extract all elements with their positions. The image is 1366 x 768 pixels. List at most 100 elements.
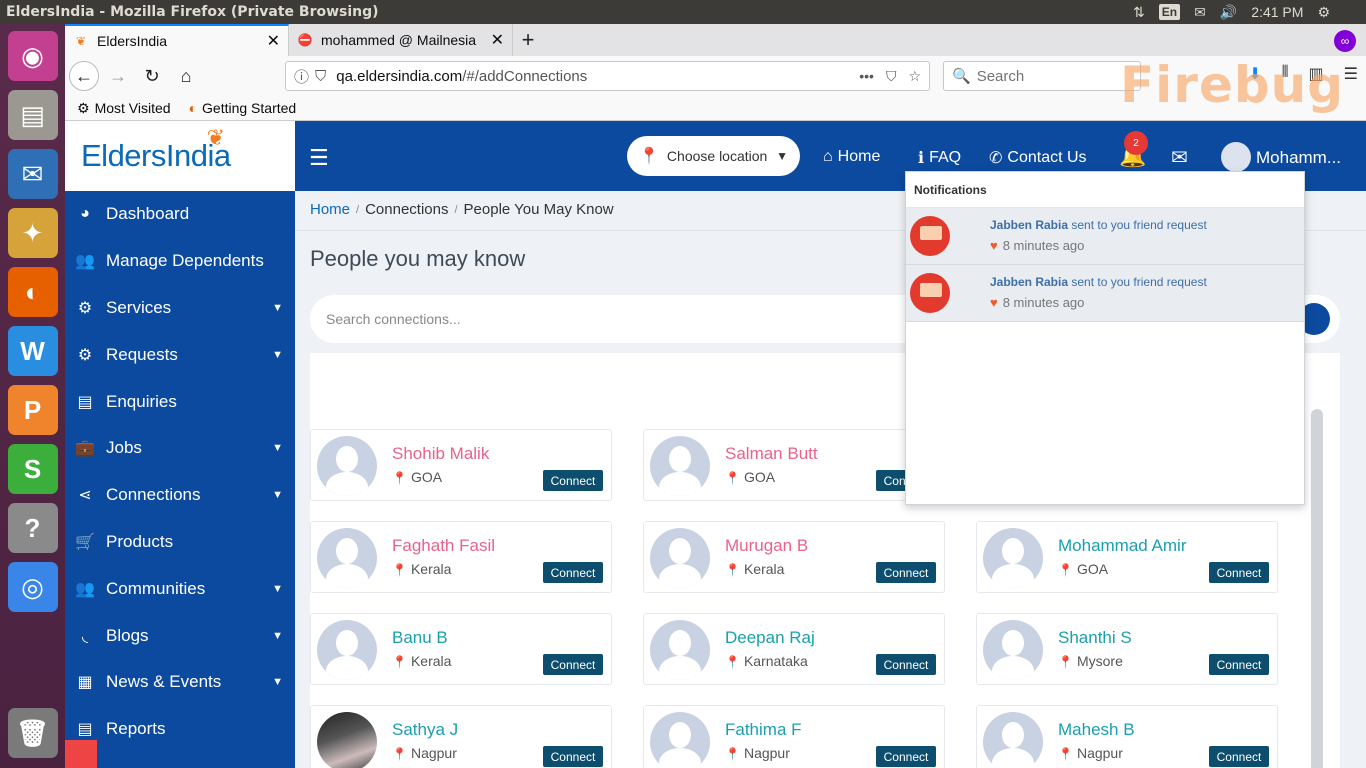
person-name[interactable]: Mohammad Amir — [1058, 536, 1186, 556]
bookmark-most-visited[interactable]: ⚙ Most Visited — [77, 100, 171, 117]
nav-home[interactable]: ⌂ Home — [823, 148, 880, 166]
trash-icon[interactable]: 🗑 — [7, 708, 58, 758]
avatar[interactable] — [1221, 142, 1251, 172]
volume-icon[interactable]: 🔊 — [1220, 4, 1237, 21]
person-name[interactable]: Deepan Raj — [725, 628, 815, 648]
person-name[interactable]: Faghath Fasil — [392, 536, 495, 556]
url-bar[interactable]: ⓘ ⛉ qa.eldersindia.com/#/addConnections … — [285, 61, 930, 91]
connect-button[interactable]: Connect — [543, 746, 603, 767]
breadcrumb-home[interactable]: Home — [310, 201, 350, 218]
info-icon[interactable]: ⓘ — [294, 66, 309, 87]
sidebar-item-manage-dependents[interactable]: 👥 Manage Dependents — [65, 238, 295, 285]
notification-text: Jabben Rabia sent to you friend request — [990, 275, 1207, 289]
person-name[interactable]: Mahesh B — [1058, 720, 1135, 740]
home-button[interactable]: ⌂ — [171, 61, 201, 91]
bookmark-star-icon[interactable]: ☆ — [908, 68, 921, 85]
avatar[interactable] — [317, 436, 377, 496]
menu-icon[interactable]: ☰ — [1344, 64, 1358, 84]
forward-button[interactable]: → — [103, 61, 133, 91]
connect-button[interactable]: Connect — [543, 562, 603, 583]
writer-icon[interactable]: W — [7, 326, 58, 376]
tab-label: EldersIndia — [97, 33, 168, 49]
choose-location-dropdown[interactable]: 📍 Choose location ▼ — [627, 136, 800, 176]
avatar[interactable] — [983, 528, 1043, 588]
bookmark-getting-started[interactable]: ◐ Getting Started — [189, 100, 297, 116]
tab-eldersindia[interactable]: ❦ EldersIndia ✕ — [65, 24, 289, 56]
ubuntu-icon[interactable]: ◉ — [7, 31, 58, 81]
avatar[interactable] — [650, 528, 710, 588]
presentation-icon[interactable]: P — [7, 385, 58, 435]
close-tab-icon[interactable]: ✕ — [491, 30, 504, 50]
files-icon[interactable]: ▤ — [7, 90, 58, 140]
sidebar-item-services[interactable]: ⚙ Services ▼ — [65, 285, 295, 332]
spreadsheet-icon[interactable]: S — [7, 444, 58, 494]
mail-icon[interactable]: ✉ — [1194, 4, 1206, 21]
connect-button[interactable]: Connect — [876, 562, 936, 583]
keyboard-layout-indicator[interactable]: En — [1158, 4, 1181, 20]
avatar — [910, 273, 950, 313]
help-icon[interactable]: ? — [7, 503, 58, 553]
logo[interactable]: EldersIndia ❦ — [65, 121, 295, 191]
person-location: 📍 Kerala — [392, 653, 452, 669]
connect-button[interactable]: Connect — [543, 654, 603, 675]
person-name[interactable]: Shanthi S — [1058, 628, 1132, 648]
avatar[interactable] — [317, 620, 377, 680]
cleaner-icon[interactable]: ✦ — [7, 208, 58, 258]
connect-button[interactable]: Connect — [876, 746, 936, 767]
avatar[interactable] — [983, 712, 1043, 768]
sidebar-item-requests[interactable]: ⚙ Requests ▼ — [65, 331, 295, 378]
tracking-shield-icon[interactable]: ⛉ — [315, 68, 326, 85]
close-tab-icon[interactable]: ✕ — [267, 31, 280, 51]
page-title: People you may know — [310, 246, 526, 271]
person-name[interactable]: Banu B — [392, 628, 448, 648]
back-button[interactable]: ← — [69, 61, 99, 91]
hamburger-menu-icon[interactable]: ☰ — [309, 145, 329, 171]
pocket-icon[interactable]: ⛉ — [886, 68, 897, 85]
scrollbar[interactable] — [1311, 409, 1323, 768]
user-name[interactable]: Mohamm... — [1256, 148, 1341, 168]
chevron-down-icon: ▼ — [272, 676, 283, 689]
avatar[interactable] — [317, 528, 377, 588]
clock[interactable]: 2:41 PM — [1251, 4, 1303, 20]
envelope-icon[interactable]: ✉ — [1171, 145, 1188, 170]
sidebar-item-connections[interactable]: ⋖ Connections ▼ — [65, 472, 295, 519]
chrome-icon[interactable]: ◎ — [7, 562, 58, 612]
nav-faq[interactable]: ℹ FAQ — [918, 148, 961, 168]
sidebar-item-enquiries[interactable]: ▤ Enquiries — [65, 378, 295, 425]
reload-button[interactable]: ↻ — [137, 61, 167, 91]
search-bar[interactable]: 🔍 Search — [943, 61, 1141, 91]
nav-contact-us[interactable]: ✆ Contact Us — [989, 148, 1087, 168]
sidebar-item-dashboard[interactable]: ◕ Dashboard — [65, 191, 295, 238]
avatar[interactable] — [650, 620, 710, 680]
connect-button[interactable]: Connect — [876, 654, 936, 675]
sidebar-item-blogs[interactable]: ◟ Blogs ▼ — [65, 612, 295, 659]
avatar[interactable] — [650, 436, 710, 496]
avatar[interactable] — [983, 620, 1043, 680]
connect-button[interactable]: Connect — [1209, 746, 1269, 767]
connect-button[interactable]: Connect — [543, 470, 603, 491]
person-name[interactable]: Shohib Malik — [392, 444, 489, 464]
tab-mailnesia[interactable]: ⛔ mohammed @ Mailnesia ✕ — [289, 24, 513, 56]
breadcrumb-connections[interactable]: Connections — [365, 201, 448, 218]
sidebar-item-communities[interactable]: 👥 Communities ▼ — [65, 565, 295, 612]
avatar[interactable] — [317, 712, 377, 768]
network-icon[interactable]: ⇅ — [1133, 4, 1145, 21]
new-tab-button[interactable]: + — [513, 27, 543, 56]
thunderbird-icon[interactable]: ✉ — [7, 149, 58, 199]
sidebar-item-products[interactable]: 🛒 Products — [65, 519, 295, 566]
sidebar-item-reports[interactable]: ▤ Reports — [65, 706, 295, 753]
power-icon[interactable]: ⚙ — [1317, 4, 1330, 21]
person-name[interactable]: Murugan B — [725, 536, 808, 556]
sidebar-item-news-events[interactable]: ▦ News & Events ▼ — [65, 659, 295, 706]
person-name[interactable]: Salman Butt — [725, 444, 818, 464]
notification-item[interactable]: Jabben Rabia sent to you friend request ♥… — [906, 265, 1304, 322]
notification-item[interactable]: Jabben Rabia sent to you friend request ♥… — [906, 208, 1304, 265]
person-name[interactable]: Fathima F — [725, 720, 802, 740]
person-name[interactable]: Sathya J — [392, 720, 458, 740]
avatar[interactable] — [650, 712, 710, 768]
sidebar-item-jobs[interactable]: 💼 Jobs ▼ — [65, 425, 295, 472]
connect-button[interactable]: Connect — [1209, 654, 1269, 675]
connect-button[interactable]: Connect — [1209, 562, 1269, 583]
page-actions-icon[interactable]: ••• — [859, 68, 874, 85]
firefox-icon[interactable]: ◐ — [7, 267, 58, 317]
